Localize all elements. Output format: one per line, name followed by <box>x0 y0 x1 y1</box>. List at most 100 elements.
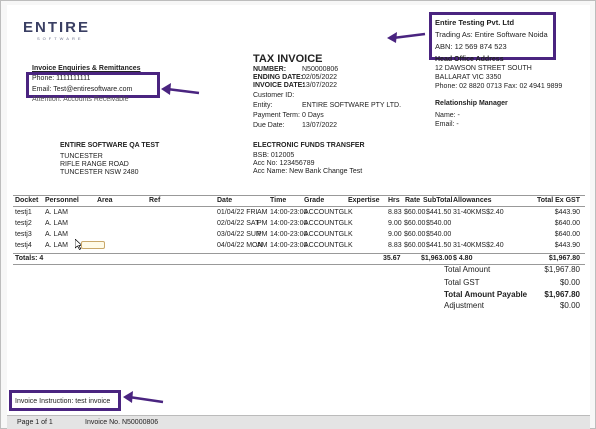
company-name: Entire Testing Pvt. Ltd <box>435 18 515 27</box>
grade-cell: ACCOUNTGLK <box>304 209 353 216</box>
adjustment-value: $0.00 <box>559 301 580 310</box>
personnel-cell: A. LAM <box>45 242 68 249</box>
totals-hrs: 35.67 <box>383 255 401 262</box>
invoice-date-value: 13/07/2022 <box>302 82 338 89</box>
page-footer: Page 1 of 1 Invoice No. N50000806 <box>7 415 590 429</box>
time-cell: 14:00-23:00 <box>270 242 308 249</box>
head-office-line3: Phone: 02 8820 0713 Fax: 02 4941 9899 <box>435 83 563 90</box>
total-amount-value: $1,967.80 <box>544 265 580 274</box>
personnel-cell: A. LAM <box>45 209 68 216</box>
total-cell: $443.90 <box>554 209 580 216</box>
relationship-title: Relationship Manager <box>435 100 508 107</box>
date-cell: 02/04/22 SAT <box>217 220 260 227</box>
ending-date-label: ENDING DATE: <box>253 74 304 81</box>
total-payable-value: $1,967.80 <box>544 290 580 299</box>
total-payable-label: Total Amount Payable <box>444 290 528 299</box>
eft-acc-name: Acc Name: New Bank Change Test <box>253 168 363 175</box>
enquiries-attention: Attention: Accounts Receivable <box>32 96 129 103</box>
time-cell: 14:00-23:00 <box>270 220 308 227</box>
due-date-label: Due Date: <box>253 122 285 129</box>
col-time: Time <box>270 197 287 204</box>
ampm-cell: PM <box>257 231 268 238</box>
arrow-icon <box>387 32 426 43</box>
invoice-number-value: N50000806 <box>302 66 339 73</box>
col-allowances: Allowances <box>453 197 492 204</box>
entire-logo: ENTIRE <box>23 19 91 36</box>
rate-cell: $60.00 <box>404 209 426 216</box>
col-docket: Docket <box>15 197 39 204</box>
date-cell: 03/04/22 SUN <box>217 231 261 238</box>
total-cell: $640.00 <box>554 220 580 227</box>
total-gst-label: Total GST <box>444 278 480 287</box>
col-hrs: Hrs <box>388 197 400 204</box>
time-cell: 14:00-23:00 <box>270 209 308 216</box>
subtotal-cell: $441.50 <box>426 242 452 249</box>
invoice-instruction: Invoice Instruction: test invoice <box>15 398 111 405</box>
customer-line3: TUNCESTER NSW 2480 <box>60 169 139 176</box>
company-abn: ABN: 12 569 874 523 <box>435 42 507 51</box>
head-office-title: Head Office Address <box>435 56 504 63</box>
page-indicator: Page 1 of 1 <box>17 419 53 426</box>
customer-name: ENTIRE SOFTWARE QA TEST <box>60 142 160 149</box>
totals-subtotal: $1,963.00 <box>421 255 453 262</box>
relationship-name: Name: - <box>435 112 460 119</box>
entity-value: ENTIRE SOFTWARE PTY LTD. <box>302 102 402 109</box>
totals-label: Totals: 4 <box>15 255 44 262</box>
date-cell: 04/04/22 MON <box>217 242 263 249</box>
entire-logo-sub: SOFTWARE <box>37 36 84 41</box>
subtotal-cell: $540.00 <box>426 220 452 227</box>
invoice-page: ENTIRE SOFTWARE Entire Testing Pvt. Ltd … <box>7 5 590 415</box>
head-office-line2: BALLARAT VIC 3350 <box>435 74 502 81</box>
personnel-cell: A. LAM <box>45 220 68 227</box>
docket-cell: testj1 <box>15 209 32 216</box>
document-viewer: ENTIRE SOFTWARE Entire Testing Pvt. Ltd … <box>0 0 596 429</box>
eft-bsb: BSB: 012005 <box>253 152 295 159</box>
totals-allowances: $ 4.80 <box>453 255 473 262</box>
enquiries-phone: Phone: 1111111111 <box>32 75 91 82</box>
col-area: Area <box>97 197 113 204</box>
ampm-cell: AM <box>257 209 268 216</box>
invoice-date-label: INVOICE DATE: <box>253 82 305 89</box>
date-cell: 01/04/22 FRI <box>217 209 258 216</box>
total-gst-value: $0.00 <box>559 278 580 287</box>
grade-cell: ACCOUNTGLK <box>304 231 353 238</box>
eft-title: ELECTRONIC FUNDS TRANSFER <box>253 142 365 149</box>
footer-invoice-number: Invoice No. N50000806 <box>85 419 159 426</box>
customer-id-label: Customer ID: <box>253 92 295 99</box>
customer-line2: RIFLE RANGE ROAD <box>60 161 129 168</box>
docket-cell: testj3 <box>15 231 32 238</box>
rate-cell: $60.00 <box>404 220 426 227</box>
invoice-number-label: NUMBER: <box>253 66 287 73</box>
total-cell: $443.90 <box>554 242 580 249</box>
arrow-icon <box>123 391 164 404</box>
adjustment-label: Adjustment <box>444 301 485 310</box>
hrs-cell: 9.00 <box>388 231 402 238</box>
col-expertise: Expertise <box>348 197 380 204</box>
payment-term-label: Payment Term: <box>253 112 300 119</box>
grade-cell: ACCOUNTGLK <box>304 242 353 249</box>
hrs-cell: 9.00 <box>388 220 402 227</box>
personnel-cell: A. LAM <box>45 231 68 238</box>
total-amount-label: Total Amount <box>444 265 491 274</box>
col-ref: Ref <box>149 197 161 204</box>
subtotal-cell: $441.50 <box>426 209 452 216</box>
allowance-cell: 31-40KMS$2.40 <box>453 209 504 216</box>
eft-acc-no: Acc No: 123456789 <box>253 160 315 167</box>
due-date-value: 13/07/2022 <box>302 122 338 129</box>
enquiries-title: Invoice Enquiries & Remittances <box>32 65 141 72</box>
time-cell: 14:00-23:00 <box>270 231 308 238</box>
customer-line1: TUNCESTER <box>60 153 103 160</box>
totals-total: $1,967.80 <box>548 255 580 262</box>
ampm-cell: PM <box>257 220 268 227</box>
head-office-line1: 12 DAWSON STREET SOUTH <box>435 65 532 72</box>
docket-cell: testj2 <box>15 220 32 227</box>
col-date: Date <box>217 197 233 204</box>
company-trading: Trading As: Entire Software Noida <box>435 30 548 39</box>
col-personnel: Personnel <box>45 197 79 204</box>
enquiries-email: Email: Test@entiresoftware.com <box>32 86 133 93</box>
area-input[interactable] <box>81 241 105 249</box>
entity-label: Entity: <box>253 102 273 109</box>
allowance-cell: 31-40KMS$2.40 <box>453 242 504 249</box>
col-subtotal: SubTotal <box>423 197 453 204</box>
ending-date-value: 02/05/2022 <box>302 74 338 81</box>
